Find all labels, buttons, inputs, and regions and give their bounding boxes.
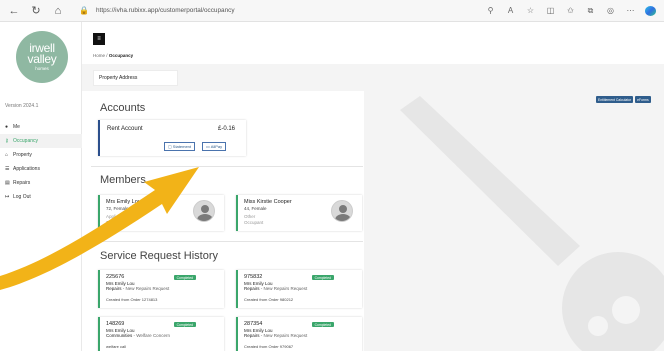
request-number: 975832 [244,274,263,280]
status-badge: Completed [173,275,196,280]
home-icon: ⌂ [5,152,9,158]
app-root: ← ↻ ⌂ 🔒 https://ivha.rubixx.app/customer… [0,0,664,351]
section-divider [91,241,363,242]
address-bar[interactable]: 🔒 https://ivha.rubixx.app/customerportal… [72,3,485,19]
request-type: Repairs - New Repairs Request [244,333,308,338]
browser-toolbar: ← ↻ ⌂ 🔒 https://ivha.rubixx.app/customer… [0,0,664,22]
service-request-card[interactable]: 287354 Completed Mrs Emily Lou Repairs -… [236,317,362,351]
extensions-icon[interactable]: ◎ [605,6,616,16]
status-badge: Completed [173,322,196,327]
sidebar-item-logout[interactable]: ↦ Log Out [0,190,82,204]
breadcrumb: Home / Occupancy [93,53,133,58]
breadcrumb-home[interactable]: Home [93,53,105,58]
key-icon: ⚷ [5,138,9,144]
hamburger-icon: ≡ [97,36,101,42]
rent-account-balance: £-0.16 [217,126,235,132]
rent-account-card: Rent Account £-0.16 ▢ Statement ▭ AllPay [98,120,246,156]
favorite-icon[interactable]: ☆ [525,6,536,16]
member-card[interactable]: Mrs Emily Lou 72, Female Applicant Tenan… [98,195,224,231]
key-watermark-icon [400,96,664,351]
document-icon: ▢ [168,144,172,149]
sidebar-item-applications[interactable]: ☰ Applications [0,162,82,176]
member-name: Miss Kirstie Cooper [244,199,292,205]
read-aloud-icon[interactable]: A [505,6,516,16]
request-note: Created from Order 1274813 [106,297,158,302]
list-icon: ☰ [5,166,10,172]
service-request-heading: Service Request History [100,250,218,262]
request-type: Communities - Welfare Concern [106,333,170,338]
irwell-valley-logo: irwell valley homes [16,31,68,83]
request-type: Repairs - New Repairs Request [106,286,170,291]
request-number: 287354 [244,321,263,327]
sidebar-item-me[interactable]: ● Me [0,120,82,134]
breadcrumb-current: Occupancy [108,53,134,58]
wrench-icon: ▤ [5,180,10,186]
avatar [331,200,353,222]
collections-icon[interactable]: ⧉ [585,6,596,16]
zoom-icon[interactable]: ⚲ [485,6,496,16]
member-age-gender: 72, Female [106,206,129,211]
menu-toggle-button[interactable]: ≡ [93,33,105,45]
rent-account-title: Rent Account [107,126,143,132]
avatar [193,200,215,222]
member-age-gender: 44, Female [244,206,267,211]
sidebar-item-repairs[interactable]: ▤ Repairs [0,176,82,190]
property-address-selector[interactable]: Property Address [93,70,178,86]
more-icon[interactable]: ⋯ [625,6,636,16]
service-request-card[interactable]: 148269 Completed Mrs Emily Lou Communiti… [98,317,224,351]
refresh-icon[interactable]: ↻ [28,3,44,19]
card-icon: ▭ [206,144,210,149]
service-request-card[interactable]: 975832 Completed Mrs Emily Lou Repairs -… [236,270,362,308]
entitlement-calculator-button[interactable]: Entitlement Calculator [596,96,634,103]
request-type: Repairs - New Repairs Request [244,286,308,291]
eforms-button[interactable]: eForms [635,96,651,103]
version-label: Version 2024.1 [5,103,39,109]
status-badge: Completed [311,322,334,327]
favorites-icon[interactable]: ✩ [565,6,576,16]
statement-button[interactable]: ▢ Statement [164,142,196,151]
member-name: Mrs Emily Lou [106,199,141,205]
accounts-heading: Accounts [100,102,146,114]
home-browser-icon[interactable]: ⌂ [50,3,66,19]
service-request-card[interactable]: 225676 Completed Mrs Emily Lou Repairs -… [98,270,224,308]
breadcrumb-separator: / [106,53,108,58]
section-divider [91,166,363,167]
browser-actions: ⚲ A ☆ ◫ ✩ ⧉ ◎ ⋯ [485,5,656,16]
url-text[interactable]: https://ivha.rubixx.app/customerportal/o… [96,7,235,14]
right-action-buttons: Entitlement Calculator eForms [596,96,651,103]
person-icon: ● [5,124,9,130]
member-role: Other Occupant [244,214,264,225]
allpay-button[interactable]: ▭ AllPay [202,142,227,151]
copilot-icon[interactable] [645,5,656,16]
request-note: Created from Order 980212 [244,297,294,302]
request-number: 148269 [106,321,125,327]
member-role: Applicant Tenant [106,214,125,225]
sidebar-item-occupancy[interactable]: ⚷ Occupancy [0,134,82,148]
back-icon[interactable]: ← [6,3,22,19]
member-card[interactable]: Miss Kirstie Cooper 44, Female Other Occ… [236,195,362,231]
request-note: welfare call [106,344,127,349]
sidebar-nav: ● Me ⚷ Occupancy ⌂ Property ☰ Applicatio… [0,120,82,204]
status-badge: Completed [311,275,334,280]
lock-icon: 🔒 [79,6,89,15]
request-number: 225676 [106,274,125,280]
request-note: Created from Order 979067 [244,344,294,349]
split-screen-icon[interactable]: ◫ [545,6,556,16]
logout-icon: ↦ [5,194,10,200]
members-heading: Members [100,174,146,186]
sidebar-item-property[interactable]: ⌂ Property [0,148,82,162]
